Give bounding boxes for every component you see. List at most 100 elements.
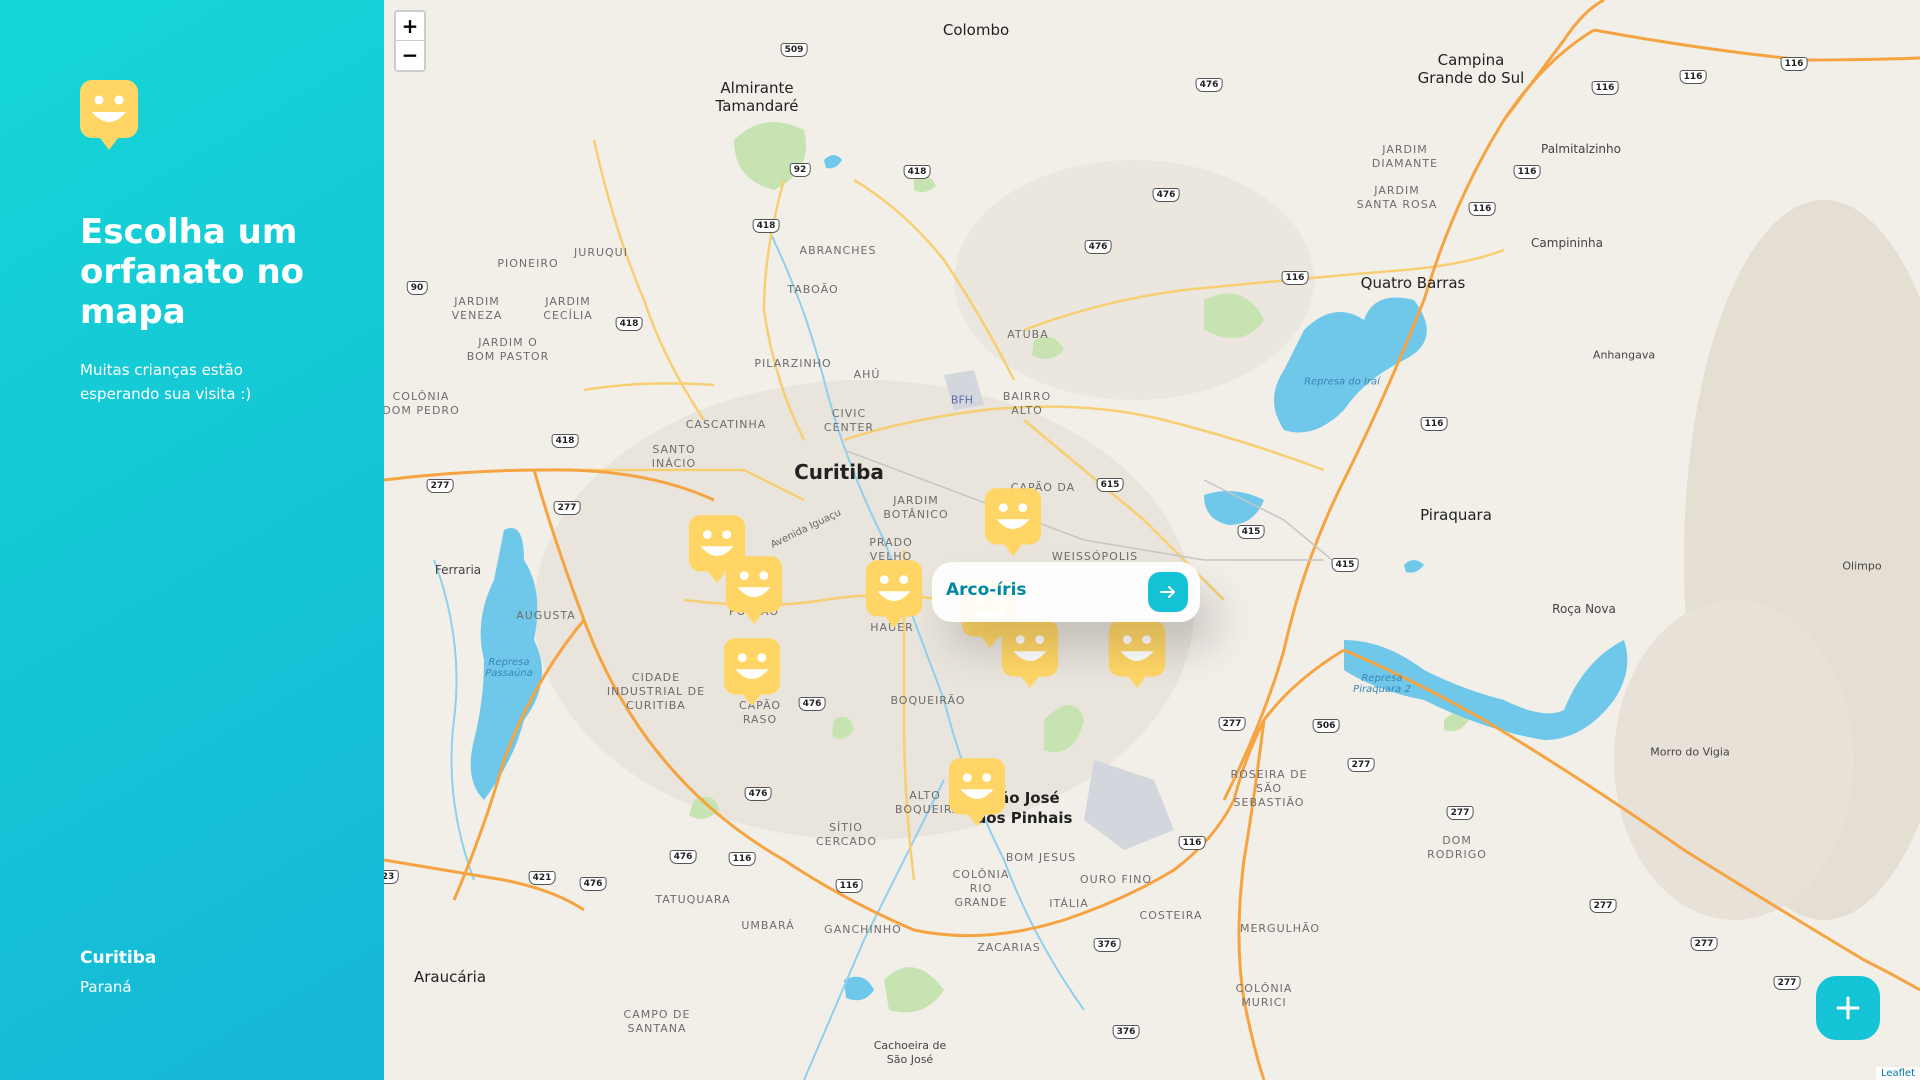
add-orphanage-button[interactable] (1816, 976, 1880, 1040)
neighborhood-label: Campo de Santana (623, 1008, 691, 1035)
road-shield: 116 (1420, 417, 1448, 431)
label-quatro-barras: Quatro Barras (1360, 274, 1466, 292)
road-shield: 476 (744, 787, 772, 801)
orphanage-marker[interactable] (723, 638, 781, 707)
zoom-control: + − (394, 10, 426, 72)
zoom-out-button[interactable]: − (396, 41, 424, 70)
road-shield: 116 (1780, 57, 1808, 71)
neighborhood-label: Costeira (1139, 909, 1203, 922)
neighborhood-label: Bom Jesus (1005, 851, 1077, 864)
neighborhood-label: Ganchinho (824, 923, 902, 936)
road-shield: 277 (1773, 976, 1801, 990)
label-araucaria: Araucária (413, 968, 487, 986)
road-shield: 415 (1331, 558, 1359, 572)
road-shield: 476 (1195, 78, 1223, 92)
road-shield: 92 (789, 163, 811, 177)
neighborhood-label: Umbará (741, 919, 795, 932)
orphanage-marker[interactable] (948, 758, 1006, 827)
road-shield: 476 (1152, 188, 1180, 202)
popup-orphanage-name: Arco-íris (946, 580, 1027, 600)
label-airport: BFH (950, 393, 974, 407)
road-shield: 418 (752, 219, 780, 233)
neighborhood-label: Pilarzinho (754, 357, 832, 370)
label-cachoeira: Cachoeira de São José (873, 1039, 947, 1066)
neighborhood-label: Cascatinha (685, 418, 767, 431)
neighborhood-label: Pioneiro (497, 257, 559, 270)
zoom-in-button[interactable]: + (396, 12, 424, 41)
road-shield: 277 (426, 479, 454, 493)
road-shield: 116 (1513, 165, 1541, 179)
neighborhood-label: Colônia Dom Pedro (384, 390, 460, 417)
road-shield: 421 (528, 871, 556, 885)
orphanage-marker[interactable] (865, 560, 923, 629)
label-olimpo: Olimpo (1842, 559, 1882, 573)
road-shield: 615 (1096, 478, 1124, 492)
road-shield: 90 (406, 281, 428, 295)
neighborhood-label: Taboão (787, 283, 839, 296)
neighborhood-label: Cidade Industrial de Curitiba (606, 671, 706, 712)
neighborhood-label: Colônia Rio Grande (952, 868, 1010, 909)
road-shield: 116 (1281, 271, 1309, 285)
page-title: Escolha um orfanato no mapa (80, 212, 305, 332)
orphanage-marker[interactable] (1108, 620, 1166, 689)
road-shield: 418 (903, 165, 931, 179)
location-state: Paraná (80, 978, 132, 996)
orphanage-marker[interactable] (984, 488, 1042, 557)
label-anhangava: Anhangava (1592, 348, 1656, 362)
plus-icon (1836, 996, 1860, 1020)
neighborhood-label: Augusta (516, 609, 576, 622)
road-shield: 277 (1347, 758, 1375, 772)
neighborhood-label: Abranches (799, 244, 877, 257)
page-subtitle: Muitas crianças estão esperando sua visi… (80, 361, 252, 403)
road-shield: 418 (615, 317, 643, 331)
road-shield: 277 (1218, 717, 1246, 731)
popup-details-button[interactable] (1148, 572, 1188, 612)
road-shield: 415 (1237, 525, 1265, 539)
neighborhood-label: Jardim Diamante (1371, 143, 1439, 170)
location-city: Curitiba (80, 948, 157, 968)
road-shield: 376 (1093, 938, 1121, 952)
smiley-pin-icon (80, 80, 138, 150)
road-shield: 418 (551, 434, 579, 448)
label-almirante: Almirante Tamandaré (715, 79, 799, 115)
neighborhood-label: Ouro Fino (1080, 873, 1152, 886)
label-palmitalzinho: Palmitalzinho (1541, 142, 1621, 156)
label-ferraria: Ferraria (434, 563, 482, 577)
road-shield: 506 (1312, 719, 1340, 733)
neighborhood-label: Zacarias (977, 941, 1041, 954)
label-colombo: Colombo (942, 21, 1010, 39)
arrow-right-icon (1160, 586, 1175, 598)
neighborhood-label: Juruqui (574, 246, 628, 259)
neighborhood-label: Atuba (1007, 328, 1049, 341)
neighborhood-label: Sítio Cercado (816, 821, 878, 848)
neighborhood-label: Jardim Botânico (883, 494, 949, 521)
map[interactable]: Colombo Almirante Tamandaré Campina Gran… (384, 0, 1920, 1080)
road-shield: 476 (798, 697, 826, 711)
sidebar: Escolha um orfanato no mapa Muitas crian… (0, 0, 384, 1080)
neighborhood-label: Itália (1049, 897, 1089, 910)
road-shield: 509 (780, 43, 808, 57)
label-roca-nova: Roça Nova (1552, 602, 1616, 616)
road-shield: 277 (1446, 806, 1474, 820)
road-shield: 116 (1679, 70, 1707, 84)
road-shield: 116 (835, 879, 863, 893)
neighborhood-label: Civic Center (823, 407, 875, 434)
road-shield: 116 (728, 852, 756, 866)
label-piraquara: Piraquara (1420, 506, 1492, 524)
label-campina: Campina Grande do Sul (1417, 51, 1525, 87)
road-shield: 116 (1468, 202, 1496, 216)
road-shield: 476 (669, 850, 697, 864)
road-shield: 476 (579, 877, 607, 891)
neighborhood-label: Colônia Murici (1235, 982, 1293, 1009)
road-shield: 277 (553, 501, 581, 515)
orphanage-marker[interactable] (725, 556, 783, 625)
orphanage-popup[interactable]: Arco-íris (932, 562, 1200, 622)
neighborhood-label: Tatuquara (655, 893, 731, 906)
neighborhood-label: Jardim Cecília (543, 295, 593, 322)
neighborhood-label: Jardim Veneza (451, 295, 503, 322)
neighborhood-label: Roseira de São Sebastião (1230, 768, 1308, 809)
neighborhood-label: Ahú (853, 368, 881, 381)
neighborhood-label: Bairro Alto (1002, 390, 1052, 417)
map-attribution[interactable]: Leaflet (1875, 1067, 1920, 1080)
neighborhood-label: Mergulhão (1239, 922, 1321, 935)
